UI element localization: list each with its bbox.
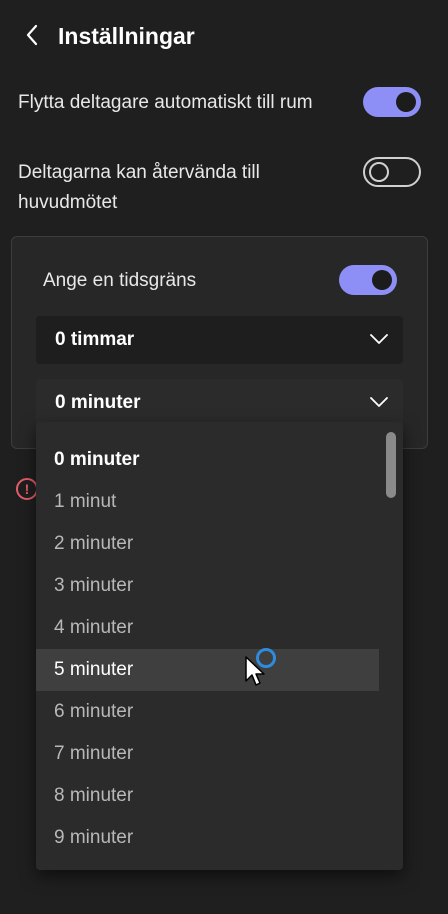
error-icon: ! bbox=[16, 478, 38, 500]
minutes-select[interactable]: 0 minuter bbox=[36, 379, 403, 427]
auto-move-label: Flytta deltagare automatiskt till rum bbox=[18, 92, 313, 113]
page-title: Inställningar bbox=[58, 23, 195, 49]
hours-value: 0 timmar bbox=[55, 329, 135, 350]
minutes-option[interactable]: 6 minuter bbox=[36, 691, 379, 733]
chevron-down-icon bbox=[370, 397, 388, 407]
time-limit-label: Ange en tidsgräns bbox=[43, 270, 197, 291]
minutes-option[interactable]: 8 minuter bbox=[36, 775, 379, 817]
return-main-label: Deltagarna kan återvända till huvudmötet bbox=[18, 162, 260, 213]
time-limit-toggle[interactable] bbox=[339, 265, 397, 295]
loading-spinner-icon bbox=[256, 648, 276, 668]
auto-move-toggle[interactable] bbox=[363, 87, 421, 117]
back-button[interactable] bbox=[22, 22, 44, 48]
minutes-option[interactable]: 0 minuter bbox=[36, 439, 379, 481]
minutes-option[interactable]: 3 minuter bbox=[36, 565, 379, 607]
minutes-value: 0 minuter bbox=[55, 392, 141, 413]
toggle-knob bbox=[369, 162, 389, 182]
return-main-toggle[interactable] bbox=[363, 157, 421, 187]
minutes-dropdown-list: 0 minuter 1 minut 2 minuter 3 minuter 4 … bbox=[36, 422, 403, 870]
minutes-option[interactable]: 5 minuter bbox=[36, 649, 379, 691]
minutes-option[interactable]: 1 minut bbox=[36, 481, 379, 523]
chevron-left-icon bbox=[26, 24, 38, 46]
hours-select[interactable]: 0 timmar bbox=[36, 316, 403, 364]
toggle-knob bbox=[396, 92, 416, 112]
header: Inställningar bbox=[0, 0, 448, 72]
toggle-knob bbox=[372, 270, 392, 290]
minutes-option[interactable]: 4 minuter bbox=[36, 607, 379, 649]
dropdown-scrollbar[interactable] bbox=[386, 432, 396, 498]
minutes-option[interactable]: 7 minuter bbox=[36, 733, 379, 775]
minutes-option[interactable]: 9 minuter bbox=[36, 817, 379, 859]
chevron-down-icon bbox=[370, 334, 388, 344]
minutes-option[interactable]: 2 minuter bbox=[36, 523, 379, 565]
